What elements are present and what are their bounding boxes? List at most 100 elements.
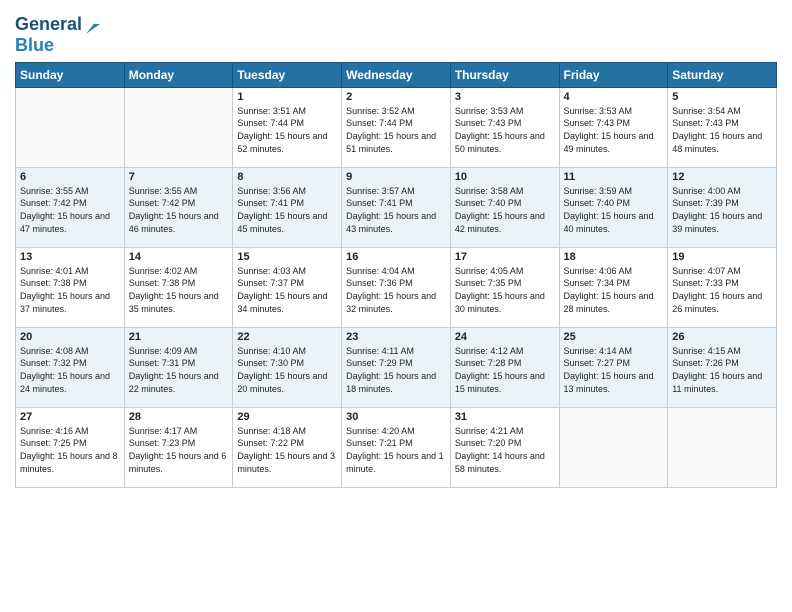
day-info: Sunrise: 4:12 AM Sunset: 7:28 PM Dayligh… xyxy=(455,345,555,395)
calendar-day-cell: 20 Sunrise: 4:08 AM Sunset: 7:32 PM Dayli… xyxy=(16,327,125,407)
calendar-header-thursday: Thursday xyxy=(450,62,559,87)
day-number: 9 xyxy=(346,171,446,183)
day-number: 7 xyxy=(129,171,229,183)
day-number: 4 xyxy=(564,91,664,103)
day-info: Sunrise: 4:10 AM Sunset: 7:30 PM Dayligh… xyxy=(237,345,337,395)
day-info: Sunrise: 4:04 AM Sunset: 7:36 PM Dayligh… xyxy=(346,265,446,315)
calendar-header-sunday: Sunday xyxy=(16,62,125,87)
calendar-header-wednesday: Wednesday xyxy=(342,62,451,87)
calendar-week-row: 27 Sunrise: 4:16 AM Sunset: 7:25 PM Dayli… xyxy=(16,407,777,487)
calendar-day-cell: 8Sunrise: 3:56 AM Sunset: 7:41 PM Daylig… xyxy=(233,167,342,247)
day-info: Sunrise: 4:06 AM Sunset: 7:34 PM Dayligh… xyxy=(564,265,664,315)
calendar-day-cell: 23Sunrise: 4:11 AM Sunset: 7:29 PM Dayli… xyxy=(342,327,451,407)
day-info: Sunrise: 3:53 AM Sunset: 7:43 PM Dayligh… xyxy=(455,105,555,155)
day-info: Sunrise: 4:03 AM Sunset: 7:37 PM Dayligh… xyxy=(237,265,337,315)
calendar-day-cell: 21 Sunrise: 4:09 AM Sunset: 7:31 PM Dayli… xyxy=(124,327,233,407)
calendar-day-cell: 15 Sunrise: 4:03 AM Sunset: 7:37 PM Dayli… xyxy=(233,247,342,327)
day-number: 2 xyxy=(346,91,446,103)
calendar-day-cell: 17Sunrise: 4:05 AM Sunset: 7:35 PM Dayli… xyxy=(450,247,559,327)
calendar-header-row: SundayMondayTuesdayWednesdayThursdayFrid… xyxy=(16,62,777,87)
calendar-day-cell: 5 Sunrise: 3:54 AM Sunset: 7:43 PM Daylig… xyxy=(668,87,777,167)
calendar-day-cell: 25 Sunrise: 4:14 AM Sunset: 7:27 PM Dayli… xyxy=(559,327,668,407)
day-number: 24 xyxy=(455,331,555,343)
day-info: Sunrise: 3:54 AM Sunset: 7:43 PM Dayligh… xyxy=(672,105,772,155)
calendar-day-cell: 4Sunrise: 3:53 AM Sunset: 7:43 PM Daylig… xyxy=(559,87,668,167)
day-info: Sunrise: 4:01 AM Sunset: 7:38 PM Dayligh… xyxy=(20,265,120,315)
day-number: 26 xyxy=(672,331,772,343)
day-info: Sunrise: 3:55 AM Sunset: 7:42 PM Dayligh… xyxy=(20,185,120,235)
day-number: 20 xyxy=(20,331,120,343)
day-info: Sunrise: 4:02 AM Sunset: 7:38 PM Dayligh… xyxy=(129,265,229,315)
day-info: Sunrise: 3:55 AM Sunset: 7:42 PM Dayligh… xyxy=(129,185,229,235)
day-number: 11 xyxy=(564,171,664,183)
calendar-day-cell: 30Sunrise: 4:20 AM Sunset: 7:21 PM Dayli… xyxy=(342,407,451,487)
day-number: 8 xyxy=(237,171,337,183)
day-number: 5 xyxy=(672,91,772,103)
calendar-week-row: 6Sunrise: 3:55 AM Sunset: 7:42 PM Daylig… xyxy=(16,167,777,247)
day-number: 3 xyxy=(455,91,555,103)
day-info: Sunrise: 3:57 AM Sunset: 7:41 PM Dayligh… xyxy=(346,185,446,235)
day-number: 10 xyxy=(455,171,555,183)
day-number: 22 xyxy=(237,331,337,343)
calendar-day-cell: 27 Sunrise: 4:16 AM Sunset: 7:25 PM Dayli… xyxy=(16,407,125,487)
day-info: Sunrise: 4:16 AM Sunset: 7:25 PM Dayligh… xyxy=(20,425,120,475)
calendar-header-monday: Monday xyxy=(124,62,233,87)
day-number: 25 xyxy=(564,331,664,343)
calendar-day-cell xyxy=(124,87,233,167)
calendar-day-cell: 14 Sunrise: 4:02 AM Sunset: 7:38 PM Dayli… xyxy=(124,247,233,327)
day-info: Sunrise: 4:00 AM Sunset: 7:39 PM Dayligh… xyxy=(672,185,772,235)
calendar-day-cell xyxy=(16,87,125,167)
calendar-day-cell: 31Sunrise: 4:21 AM Sunset: 7:20 PM Dayli… xyxy=(450,407,559,487)
day-number: 28 xyxy=(129,411,229,423)
day-info: Sunrise: 4:07 AM Sunset: 7:33 PM Dayligh… xyxy=(672,265,772,315)
day-info: Sunrise: 3:51 AM Sunset: 7:44 PM Dayligh… xyxy=(237,105,337,155)
day-number: 21 xyxy=(129,331,229,343)
day-info: Sunrise: 4:14 AM Sunset: 7:27 PM Dayligh… xyxy=(564,345,664,395)
day-info: Sunrise: 3:52 AM Sunset: 7:44 PM Dayligh… xyxy=(346,105,446,155)
calendar-day-cell xyxy=(559,407,668,487)
day-number: 31 xyxy=(455,411,555,423)
day-info: Sunrise: 4:15 AM Sunset: 7:26 PM Dayligh… xyxy=(672,345,772,395)
calendar-week-row: 1 Sunrise: 3:51 AM Sunset: 7:44 PM Daylig… xyxy=(16,87,777,167)
calendar-day-cell: 29Sunrise: 4:18 AM Sunset: 7:22 PM Dayli… xyxy=(233,407,342,487)
day-number: 14 xyxy=(129,251,229,263)
calendar-day-cell: 11 Sunrise: 3:59 AM Sunset: 7:40 PM Dayli… xyxy=(559,167,668,247)
header: General Blue xyxy=(15,10,777,56)
calendar-day-cell: 6Sunrise: 3:55 AM Sunset: 7:42 PM Daylig… xyxy=(16,167,125,247)
calendar-day-cell: 1 Sunrise: 3:51 AM Sunset: 7:44 PM Daylig… xyxy=(233,87,342,167)
day-info: Sunrise: 4:09 AM Sunset: 7:31 PM Dayligh… xyxy=(129,345,229,395)
day-info: Sunrise: 4:08 AM Sunset: 7:32 PM Dayligh… xyxy=(20,345,120,395)
calendar-day-cell: 12 Sunrise: 4:00 AM Sunset: 7:39 PM Dayli… xyxy=(668,167,777,247)
day-number: 27 xyxy=(20,411,120,423)
day-number: 16 xyxy=(346,251,446,263)
page: General Blue SundayMondayTuesdayWednesda… xyxy=(0,0,792,612)
day-number: 17 xyxy=(455,251,555,263)
calendar-day-cell xyxy=(668,407,777,487)
calendar-week-row: 20 Sunrise: 4:08 AM Sunset: 7:32 PM Dayli… xyxy=(16,327,777,407)
calendar-day-cell: 28 Sunrise: 4:17 AM Sunset: 7:23 PM Dayli… xyxy=(124,407,233,487)
calendar-week-row: 13 Sunrise: 4:01 AM Sunset: 7:38 PM Dayli… xyxy=(16,247,777,327)
day-number: 13 xyxy=(20,251,120,263)
day-number: 12 xyxy=(672,171,772,183)
calendar-header-friday: Friday xyxy=(559,62,668,87)
calendar-day-cell: 13 Sunrise: 4:01 AM Sunset: 7:38 PM Dayli… xyxy=(16,247,125,327)
calendar-day-cell: 19 Sunrise: 4:07 AM Sunset: 7:33 PM Dayli… xyxy=(668,247,777,327)
calendar-table: SundayMondayTuesdayWednesdayThursdayFrid… xyxy=(15,62,777,488)
day-number: 15 xyxy=(237,251,337,263)
calendar-day-cell: 18 Sunrise: 4:06 AM Sunset: 7:34 PM Dayli… xyxy=(559,247,668,327)
day-info: Sunrise: 3:59 AM Sunset: 7:40 PM Dayligh… xyxy=(564,185,664,235)
calendar-day-cell: 22 Sunrise: 4:10 AM Sunset: 7:30 PM Dayli… xyxy=(233,327,342,407)
day-number: 19 xyxy=(672,251,772,263)
day-number: 1 xyxy=(237,91,337,103)
day-info: Sunrise: 4:18 AM Sunset: 7:22 PM Dayligh… xyxy=(237,425,337,475)
day-info: Sunrise: 3:58 AM Sunset: 7:40 PM Dayligh… xyxy=(455,185,555,235)
calendar-day-cell: 24 Sunrise: 4:12 AM Sunset: 7:28 PM Dayli… xyxy=(450,327,559,407)
calendar-day-cell: 9 Sunrise: 3:57 AM Sunset: 7:41 PM Daylig… xyxy=(342,167,451,247)
calendar-header-saturday: Saturday xyxy=(668,62,777,87)
calendar-day-cell: 16 Sunrise: 4:04 AM Sunset: 7:36 PM Dayli… xyxy=(342,247,451,327)
calendar-day-cell: 2 Sunrise: 3:52 AM Sunset: 7:44 PM Daylig… xyxy=(342,87,451,167)
day-info: Sunrise: 4:11 AM Sunset: 7:29 PM Dayligh… xyxy=(346,345,446,395)
day-info: Sunrise: 4:17 AM Sunset: 7:23 PM Dayligh… xyxy=(129,425,229,475)
day-number: 30 xyxy=(346,411,446,423)
day-number: 18 xyxy=(564,251,664,263)
